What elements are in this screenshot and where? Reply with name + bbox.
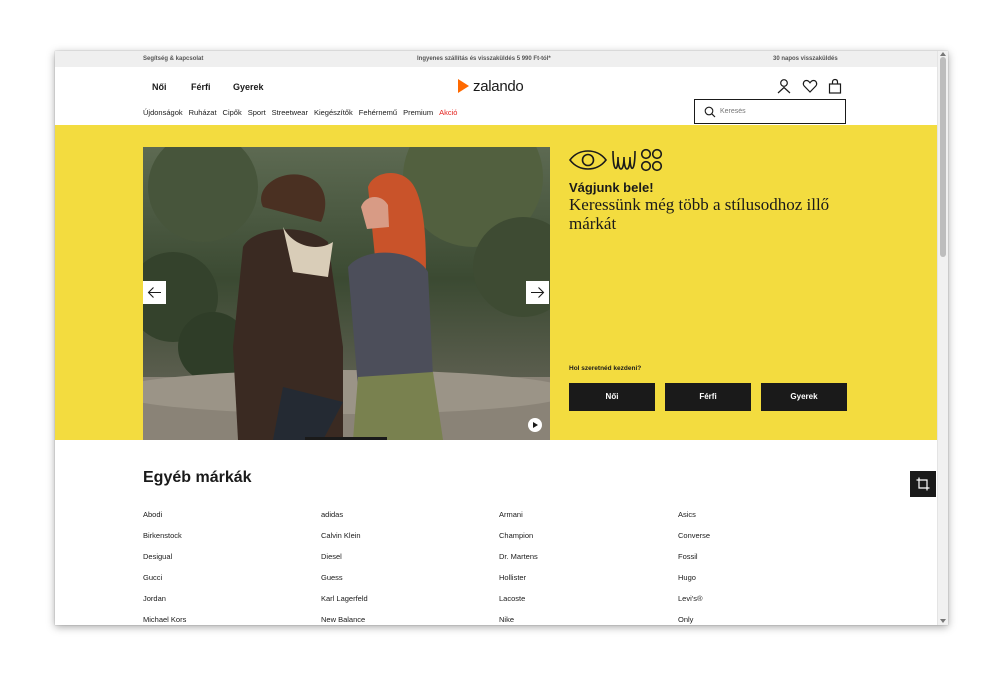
scroll-up-arrow-icon[interactable] [940,52,946,56]
shipping-info[interactable]: Ingyenes szállítás és visszaküldés 5 990… [417,56,551,62]
brand-link[interactable]: Only [678,615,693,624]
nav-gender-men[interactable]: Férfi [191,82,211,92]
campaign-eye-icon [568,145,664,180]
banner-prompt: Hol szeretnéd kezdeni? [569,365,642,372]
heart-icon[interactable] [802,78,818,94]
brand-link[interactable]: Levi's® [678,594,702,603]
carousel-prev-button[interactable] [143,281,166,304]
hero-banner: Vágjunk bele! Keressünk még több a stílu… [55,125,938,497]
brand-link[interactable]: Karl Lagerfeld [321,594,368,603]
search-input[interactable] [720,105,838,117]
help-link[interactable]: Segítség & kapcsolat [143,56,203,62]
brand-link[interactable]: Desigual [143,552,172,561]
category-underwear[interactable]: Fehérnemű [359,108,397,117]
crop-icon [916,477,930,491]
category-premium[interactable]: Premium [403,108,433,117]
nav-gender-women[interactable]: Női [152,82,167,92]
search-icon [704,106,716,118]
user-icon[interactable] [776,78,792,94]
brand-link[interactable]: Champion [499,531,533,540]
brand-link[interactable]: Guess [321,573,343,582]
crop-button[interactable] [910,471,936,497]
cta-men-button[interactable]: Férfi [665,383,751,411]
category-nav: Újdonságok Ruházat Cipők Sport Streetwea… [143,108,463,117]
brand-link[interactable]: Lacoste [499,594,525,603]
browser-window: Segítség & kapcsolat Ingyenes szállítás … [55,51,948,625]
category-new[interactable]: Újdonságok [143,108,183,117]
returns-info[interactable]: 30 napos visszaküldés [773,56,838,62]
brand-link[interactable]: Converse [678,531,710,540]
category-sport[interactable]: Sport [248,108,266,117]
brand-link[interactable]: Fossil [678,552,698,561]
brand-link[interactable]: Abodi [143,510,162,519]
brand-link[interactable]: Jordan [143,594,166,603]
other-brands-title: Egyéb márkák [143,469,252,486]
top-info-bar: Segítség & kapcsolat Ingyenes szállítás … [55,51,938,67]
brand-link[interactable]: adidas [321,510,343,519]
page-content: Segítség & kapcsolat Ingyenes szállítás … [55,51,938,625]
category-accessories[interactable]: Kiegészítők [314,108,353,117]
hero-photo[interactable] [143,147,550,440]
cta-women-button[interactable]: Női [569,383,655,411]
category-sale[interactable]: Akció [439,108,457,117]
scroll-down-arrow-icon[interactable] [940,619,946,623]
carousel-progress-bar [305,437,387,440]
zalando-logo[interactable]: zalando [458,77,524,95]
brand-link[interactable]: Diesel [321,552,342,561]
bag-icon[interactable] [827,78,843,94]
carousel-next-button[interactable] [526,281,549,304]
category-shoes[interactable]: Cipők [223,108,242,117]
arrow-right-icon [531,287,545,298]
brand-link[interactable]: Dr. Martens [499,552,538,561]
brand-link[interactable]: Calvin Klein [321,531,361,540]
brand-link[interactable]: Asics [678,510,696,519]
logo-text: zalando [473,77,524,95]
brand-link[interactable]: Birkenstock [143,531,182,540]
brand-link[interactable]: Michael Kors [143,615,186,624]
brand-link[interactable]: Hollister [499,573,526,582]
banner-headline: Vágjunk bele! [569,180,654,195]
couple-photo-image [143,147,550,440]
brand-link[interactable]: Gucci [143,573,162,582]
category-streetwear[interactable]: Streetwear [272,108,308,117]
vertical-scrollbar[interactable] [937,51,948,625]
category-clothing[interactable]: Ruházat [189,108,217,117]
logo-play-icon [458,79,469,93]
arrow-left-icon [147,287,161,298]
brand-link[interactable]: New Balance [321,615,365,624]
scroll-thumb[interactable] [940,57,946,257]
brand-link[interactable]: Armani [499,510,523,519]
banner-subline: Keressünk még több a stílusodhoz illő má… [569,195,830,233]
cta-kids-button[interactable]: Gyerek [761,383,847,411]
search-box[interactable] [694,99,846,124]
brand-link[interactable]: Nike [499,615,514,624]
play-icon[interactable] [528,418,542,432]
brand-link[interactable]: Hugo [678,573,696,582]
nav-gender-kids[interactable]: Gyerek [233,82,264,92]
